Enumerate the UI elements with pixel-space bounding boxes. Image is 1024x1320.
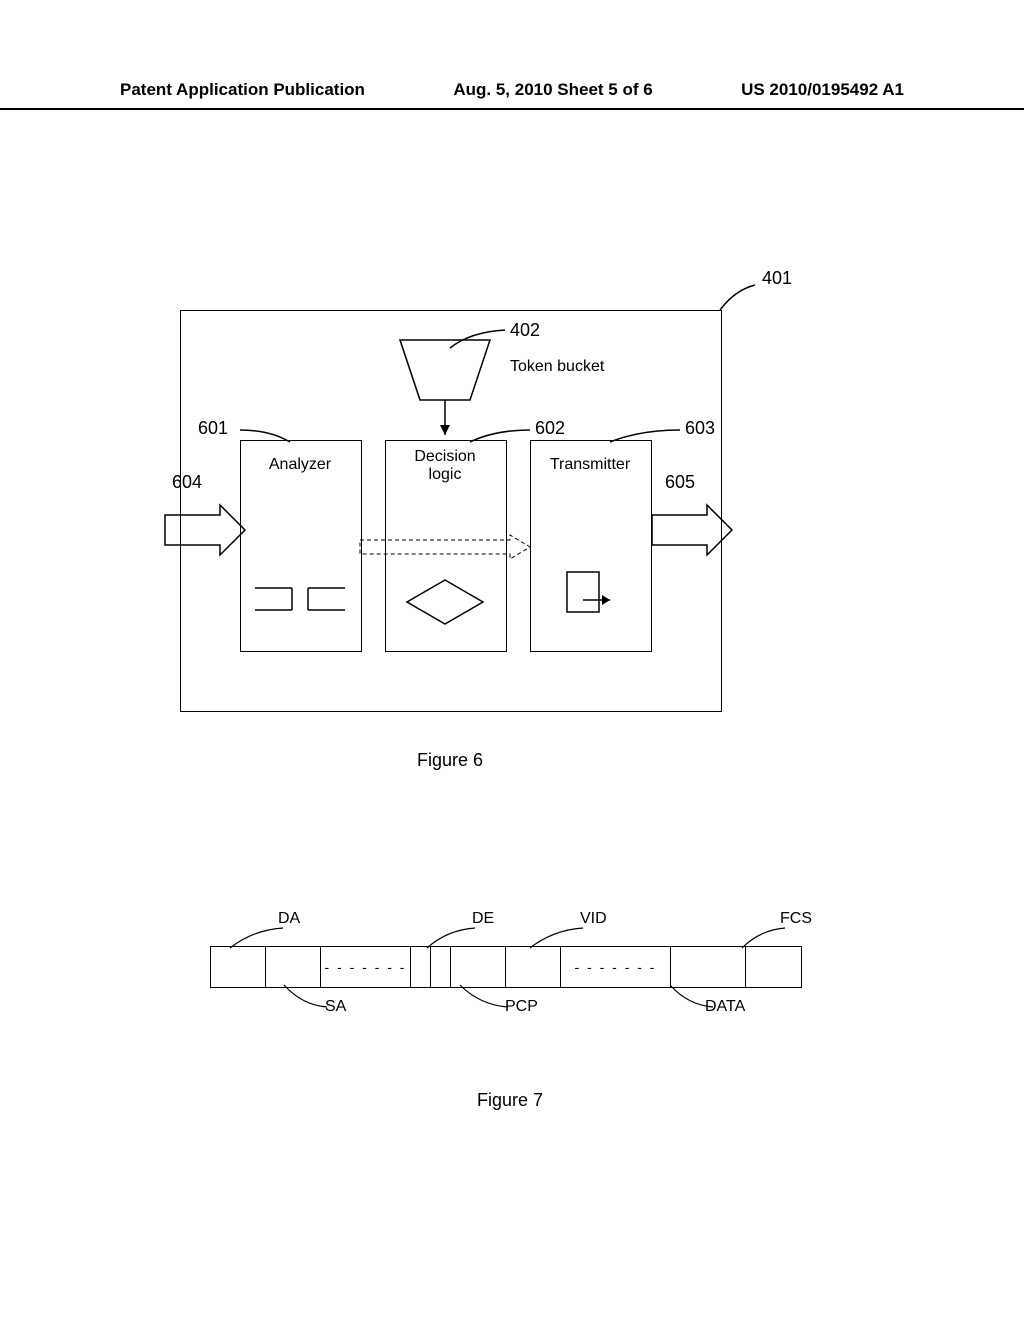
cell-de (431, 947, 451, 987)
transmitter-page-icon (565, 570, 620, 625)
ref-401: 401 (762, 268, 792, 289)
cell-fcs (746, 947, 801, 987)
analyzer-label: Analyzer (240, 456, 360, 474)
label-da: DA (278, 910, 300, 928)
figure-7-caption: Figure 7 (210, 1090, 810, 1111)
label-de: DE (472, 910, 494, 928)
leader-603 (610, 430, 690, 455)
input-arrow-icon (165, 505, 250, 555)
ref-603: 603 (685, 418, 715, 439)
output-arrow-icon (652, 505, 737, 555)
header-center: Aug. 5, 2010 Sheet 5 of 6 (453, 80, 652, 100)
token-bucket-label: Token bucket (510, 358, 650, 376)
cell-n1 (411, 947, 431, 987)
frame-structure: - - - - - - - - - - - - - - (210, 946, 802, 988)
figure-7: DA DE VID FCS - - - - - - - - - - - - - … (210, 890, 810, 1070)
cell-sa (266, 947, 321, 987)
label-fcs: FCS (780, 910, 812, 928)
cell-data (671, 947, 746, 987)
ref-601: 601 (198, 418, 228, 439)
cell-vid (506, 947, 561, 987)
transmitter-label: Transmitter (530, 456, 650, 474)
decision-diamond-icon (405, 580, 485, 625)
leader-601 (235, 430, 295, 455)
ref-402: 402 (510, 320, 540, 341)
cell-da (211, 947, 266, 987)
header-left: Patent Application Publication (120, 80, 365, 100)
ref-604: 604 (172, 472, 202, 493)
figure-6: 401 402 Token bucket Analyzer Decision l… (180, 280, 720, 710)
header-right: US 2010/0195492 A1 (741, 80, 904, 100)
leader-602 (470, 430, 540, 455)
figure-6-caption: Figure 6 (180, 750, 720, 771)
analyzer-symbol-icon (250, 580, 350, 620)
page-header: Patent Application Publication Aug. 5, 2… (0, 80, 1024, 110)
dashed-flow-arrow-icon (360, 535, 535, 565)
cell-gap1: - - - - - - - (321, 947, 411, 987)
leader-sa (282, 985, 342, 1010)
ref-602: 602 (535, 418, 565, 439)
leader-pcp (458, 985, 523, 1010)
label-vid: VID (580, 910, 607, 928)
leader-data (668, 985, 728, 1010)
cell-pcp (451, 947, 506, 987)
cell-gap2: - - - - - - - (561, 947, 671, 987)
ref-605: 605 (665, 472, 695, 493)
